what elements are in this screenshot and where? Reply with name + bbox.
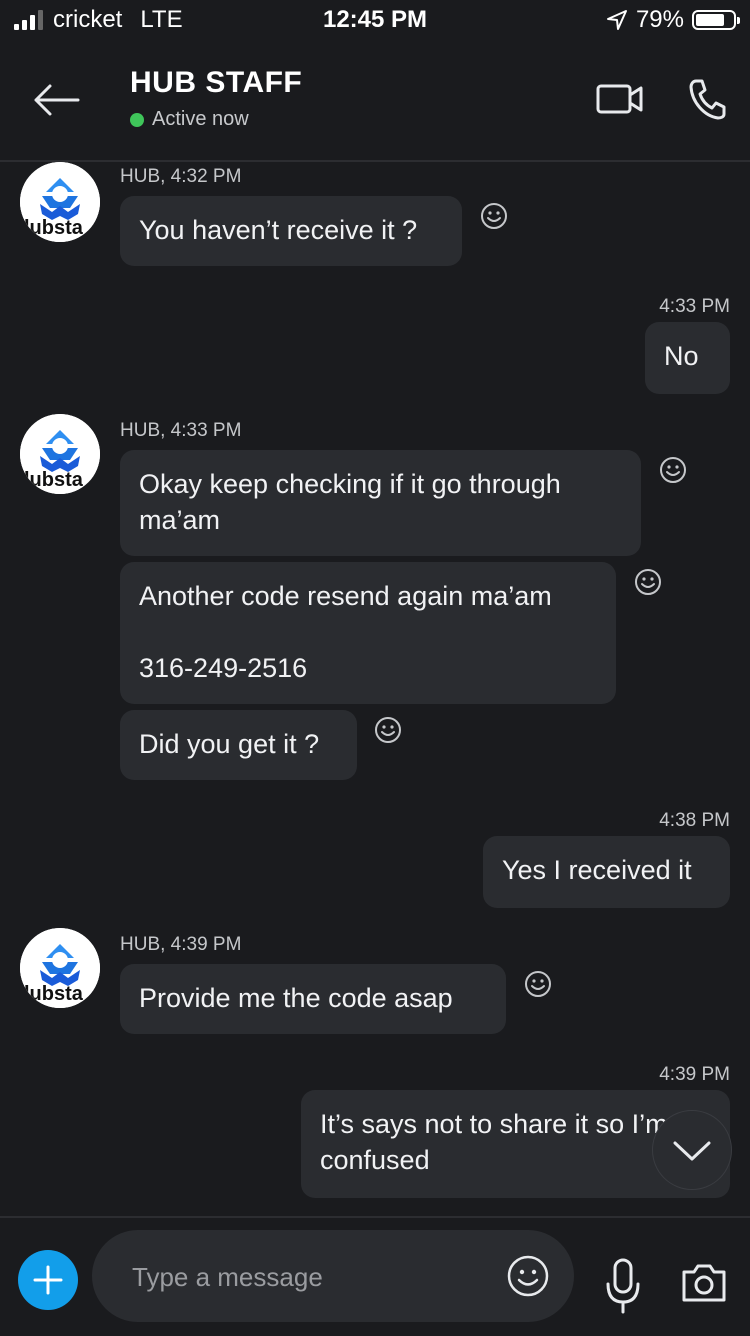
message-bubble-incoming[interactable]: Provide me the code asap — [120, 964, 506, 1034]
hubstaff-logo-icon: lubsta — [20, 162, 100, 242]
reaction-smiley-icon[interactable] — [374, 716, 402, 744]
chevron-down-icon — [673, 1141, 711, 1161]
message-input[interactable] — [130, 1230, 494, 1324]
back-arrow-icon[interactable] — [30, 80, 82, 120]
message-meta: HUB, 4:33 PM — [120, 420, 242, 441]
message-bubble-outgoing[interactable]: Yes I received it — [483, 836, 730, 908]
message-meta: 4:33 PM — [659, 296, 730, 317]
chat-header: HUB STAFF Active now — [0, 42, 750, 162]
status-bar: cricket LTE 12:45 PM 79% — [0, 0, 750, 42]
svg-text:lubsta: lubsta — [24, 217, 84, 239]
svg-text:lubsta: lubsta — [24, 983, 84, 1005]
message-list[interactable]: lubsta HUB, 4:32 PM You haven’t receive … — [0, 162, 750, 1216]
battery-percent: 79% — [635, 6, 684, 33]
battery-icon — [692, 10, 740, 30]
message-bubble-incoming[interactable]: Okay keep checking if it go through ma’a… — [120, 450, 641, 556]
svg-text:lubsta: lubsta — [24, 469, 84, 491]
status-right: 79% — [606, 6, 740, 34]
reaction-smiley-icon[interactable] — [659, 456, 687, 484]
message-meta: 4:38 PM — [659, 810, 730, 831]
emoji-icon[interactable] — [506, 1254, 550, 1298]
avatar[interactable]: lubsta — [20, 414, 100, 494]
avatar[interactable]: lubsta — [20, 928, 100, 1008]
reaction-smiley-icon[interactable] — [634, 568, 662, 596]
microphone-icon[interactable] — [604, 1256, 642, 1316]
hubstaff-logo-icon: lubsta — [20, 414, 100, 494]
avatar[interactable]: lubsta — [20, 162, 100, 242]
message-input-container[interactable] — [92, 1230, 574, 1324]
message-bubble-outgoing[interactable]: No — [645, 322, 730, 394]
reaction-smiley-icon[interactable] — [480, 202, 508, 230]
presence-text: Active now — [152, 108, 249, 130]
message-meta: HUB, 4:39 PM — [120, 934, 242, 955]
scroll-to-bottom-button[interactable] — [652, 1110, 732, 1190]
video-camera-icon[interactable] — [596, 82, 644, 116]
add-attachment-button[interactable] — [18, 1250, 78, 1310]
reaction-smiley-icon[interactable] — [524, 970, 552, 998]
message-meta: 4:39 PM — [659, 1064, 730, 1085]
message-bubble-incoming[interactable]: Another code resend again ma’am 316-249-… — [120, 562, 616, 704]
phone-icon[interactable] — [688, 78, 726, 120]
plus-icon — [33, 1265, 63, 1295]
location-arrow-icon — [606, 10, 627, 30]
chat-title[interactable]: HUB STAFF — [130, 66, 302, 100]
hubstaff-logo-icon: lubsta — [20, 928, 100, 1008]
message-bubble-incoming[interactable]: You haven’t receive it ? — [120, 196, 462, 266]
camera-icon[interactable] — [680, 1260, 728, 1304]
message-bubble-incoming[interactable]: Did you get it ? — [120, 710, 357, 780]
message-meta: HUB, 4:32 PM — [120, 166, 242, 187]
online-dot-icon — [130, 112, 144, 127]
message-composer — [0, 1216, 750, 1336]
presence-status: Active now — [130, 108, 249, 131]
